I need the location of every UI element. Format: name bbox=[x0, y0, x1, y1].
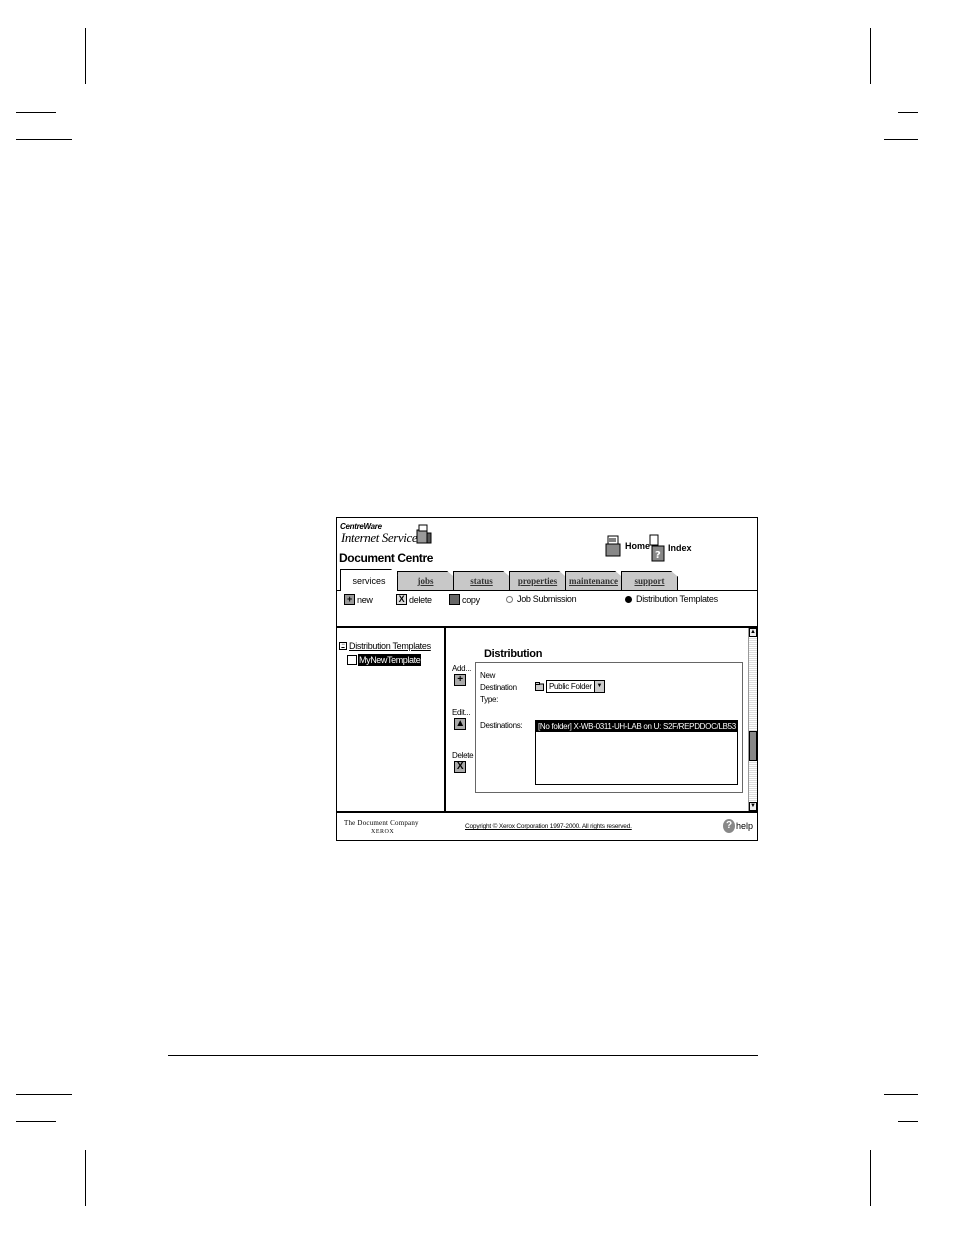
footer: The Document Company XEROX Copyright © X… bbox=[337, 813, 757, 840]
tree-root[interactable]: − Distribution Templates bbox=[339, 641, 431, 651]
radio-job-submission[interactable]: Job Submission bbox=[506, 594, 577, 604]
tree-root-label: Distribution Templates bbox=[349, 641, 431, 651]
panel-title: Distribution bbox=[484, 648, 543, 660]
x-icon: X bbox=[396, 594, 407, 605]
destinations-label: Destinations: bbox=[480, 721, 523, 730]
home-label: Home bbox=[625, 541, 651, 551]
add-control: Add... + bbox=[452, 664, 471, 686]
edit-button[interactable]: ▲ bbox=[454, 718, 466, 730]
footer-rule bbox=[168, 1055, 758, 1056]
crop-mark bbox=[884, 139, 918, 140]
template-doc-icon bbox=[347, 655, 357, 665]
edit-control: Edit... ▲ bbox=[452, 708, 471, 730]
folder-icon bbox=[535, 682, 544, 691]
tab-bar: services jobs status properties maintena… bbox=[337, 568, 757, 591]
new-button[interactable]: + new bbox=[344, 594, 373, 605]
radio-circle-selected bbox=[625, 595, 632, 603]
tab-jobs[interactable]: jobs bbox=[397, 571, 454, 590]
index-icon: ? bbox=[649, 534, 665, 562]
copy-button[interactable]: copy bbox=[449, 594, 480, 605]
new-destination-label: New Destination Type: bbox=[480, 670, 517, 706]
chevron-down-icon: ▼ bbox=[593, 681, 604, 692]
delete-label: delete bbox=[409, 594, 432, 605]
page-title: Document Centre bbox=[339, 551, 434, 565]
scroll-up-icon[interactable]: ▲ bbox=[749, 628, 757, 637]
destination-type-select[interactable]: Public Folder ▼ bbox=[546, 680, 605, 693]
tree-item[interactable]: MyNewTemplate bbox=[347, 654, 422, 666]
destinations-list[interactable]: [No folder] X-WB-0311-UH-LAB on U: S2F/R… bbox=[535, 720, 738, 785]
toolbar: + new X delete copy Job Submission Distr… bbox=[337, 592, 757, 612]
help-label: help bbox=[736, 821, 754, 831]
scroll-down-icon[interactable]: ▼ bbox=[749, 802, 757, 811]
destination-type-value: Public Folder bbox=[549, 682, 592, 691]
crop-mark bbox=[85, 1150, 86, 1206]
index-label: Index bbox=[668, 543, 692, 553]
tab-baseline bbox=[337, 590, 757, 591]
label-line: New bbox=[480, 671, 496, 680]
tree-item-label: MyNewTemplate bbox=[358, 654, 422, 666]
job-submission-label: Job Submission bbox=[517, 594, 577, 604]
svg-text:?: ? bbox=[655, 550, 661, 561]
xerox-logo: XEROX bbox=[371, 829, 395, 835]
index-link[interactable]: ? Index bbox=[648, 534, 692, 562]
copy-icon bbox=[449, 594, 460, 605]
tree-pane: − Distribution Templates MyNewTemplate bbox=[337, 628, 446, 811]
distribution-panel: Distribution Add... + Edit... ▲ Delete X… bbox=[446, 628, 747, 811]
home-link[interactable]: Home bbox=[605, 534, 650, 558]
vertical-scrollbar[interactable]: ▲ ▼ bbox=[748, 628, 757, 811]
help-icon: ? bbox=[723, 819, 735, 833]
scroll-thumb[interactable] bbox=[749, 731, 757, 761]
tab-services[interactable]: services bbox=[340, 569, 398, 591]
destination-frame: New Destination Type: Public Folder ▼ De… bbox=[475, 662, 743, 793]
delete-destination-button[interactable]: X bbox=[454, 761, 466, 773]
copy-label: copy bbox=[462, 594, 480, 605]
crop-mark bbox=[898, 112, 918, 113]
crop-mark bbox=[16, 112, 56, 113]
radio-circle bbox=[506, 595, 513, 603]
new-label: new bbox=[357, 594, 373, 605]
label-line: Type: bbox=[480, 695, 499, 704]
copyright-link[interactable]: Copyright © Xerox Corporation 1997-2000.… bbox=[465, 823, 632, 830]
distribution-templates-label: Distribution Templates bbox=[636, 594, 718, 604]
home-printer-icon bbox=[605, 535, 621, 557]
edit-label: Edit... bbox=[452, 708, 471, 717]
tab-properties[interactable]: properties bbox=[509, 571, 566, 590]
help-button[interactable]: ? help bbox=[723, 819, 753, 833]
tab-status[interactable]: status bbox=[453, 571, 510, 590]
destination-type-control: Public Folder ▼ bbox=[535, 680, 605, 693]
crop-mark bbox=[16, 139, 72, 140]
crop-mark bbox=[870, 28, 871, 84]
delete-button[interactable]: X delete bbox=[396, 594, 432, 605]
collapse-icon: − bbox=[339, 642, 347, 650]
label-line: Destination bbox=[480, 683, 517, 692]
company-tagline: The Document Company bbox=[344, 819, 419, 827]
tab-maintenance[interactable]: maintenance bbox=[565, 571, 622, 590]
brand-internet-services: Internet Services bbox=[341, 530, 422, 545]
add-label: Add... bbox=[452, 664, 472, 673]
printer-icon bbox=[416, 524, 432, 544]
plus-icon: + bbox=[344, 594, 355, 605]
tab-support[interactable]: support bbox=[621, 571, 678, 590]
crop-mark bbox=[16, 1094, 72, 1095]
radio-distribution-templates[interactable]: Distribution Templates bbox=[625, 594, 718, 604]
delete-control: Delete X bbox=[452, 751, 474, 773]
list-item[interactable]: [No folder] X-WB-0311-UH-LAB on U: S2F/R… bbox=[536, 721, 737, 732]
crop-mark bbox=[870, 1150, 871, 1206]
add-button[interactable]: + bbox=[454, 674, 466, 686]
crop-mark bbox=[898, 1121, 918, 1122]
crop-mark bbox=[85, 28, 86, 84]
screenshot-window: CentreWare Internet Services Document Ce… bbox=[336, 517, 758, 841]
crop-mark bbox=[16, 1121, 56, 1122]
crop-mark bbox=[884, 1094, 918, 1095]
delete-side-label: Delete bbox=[452, 751, 474, 760]
